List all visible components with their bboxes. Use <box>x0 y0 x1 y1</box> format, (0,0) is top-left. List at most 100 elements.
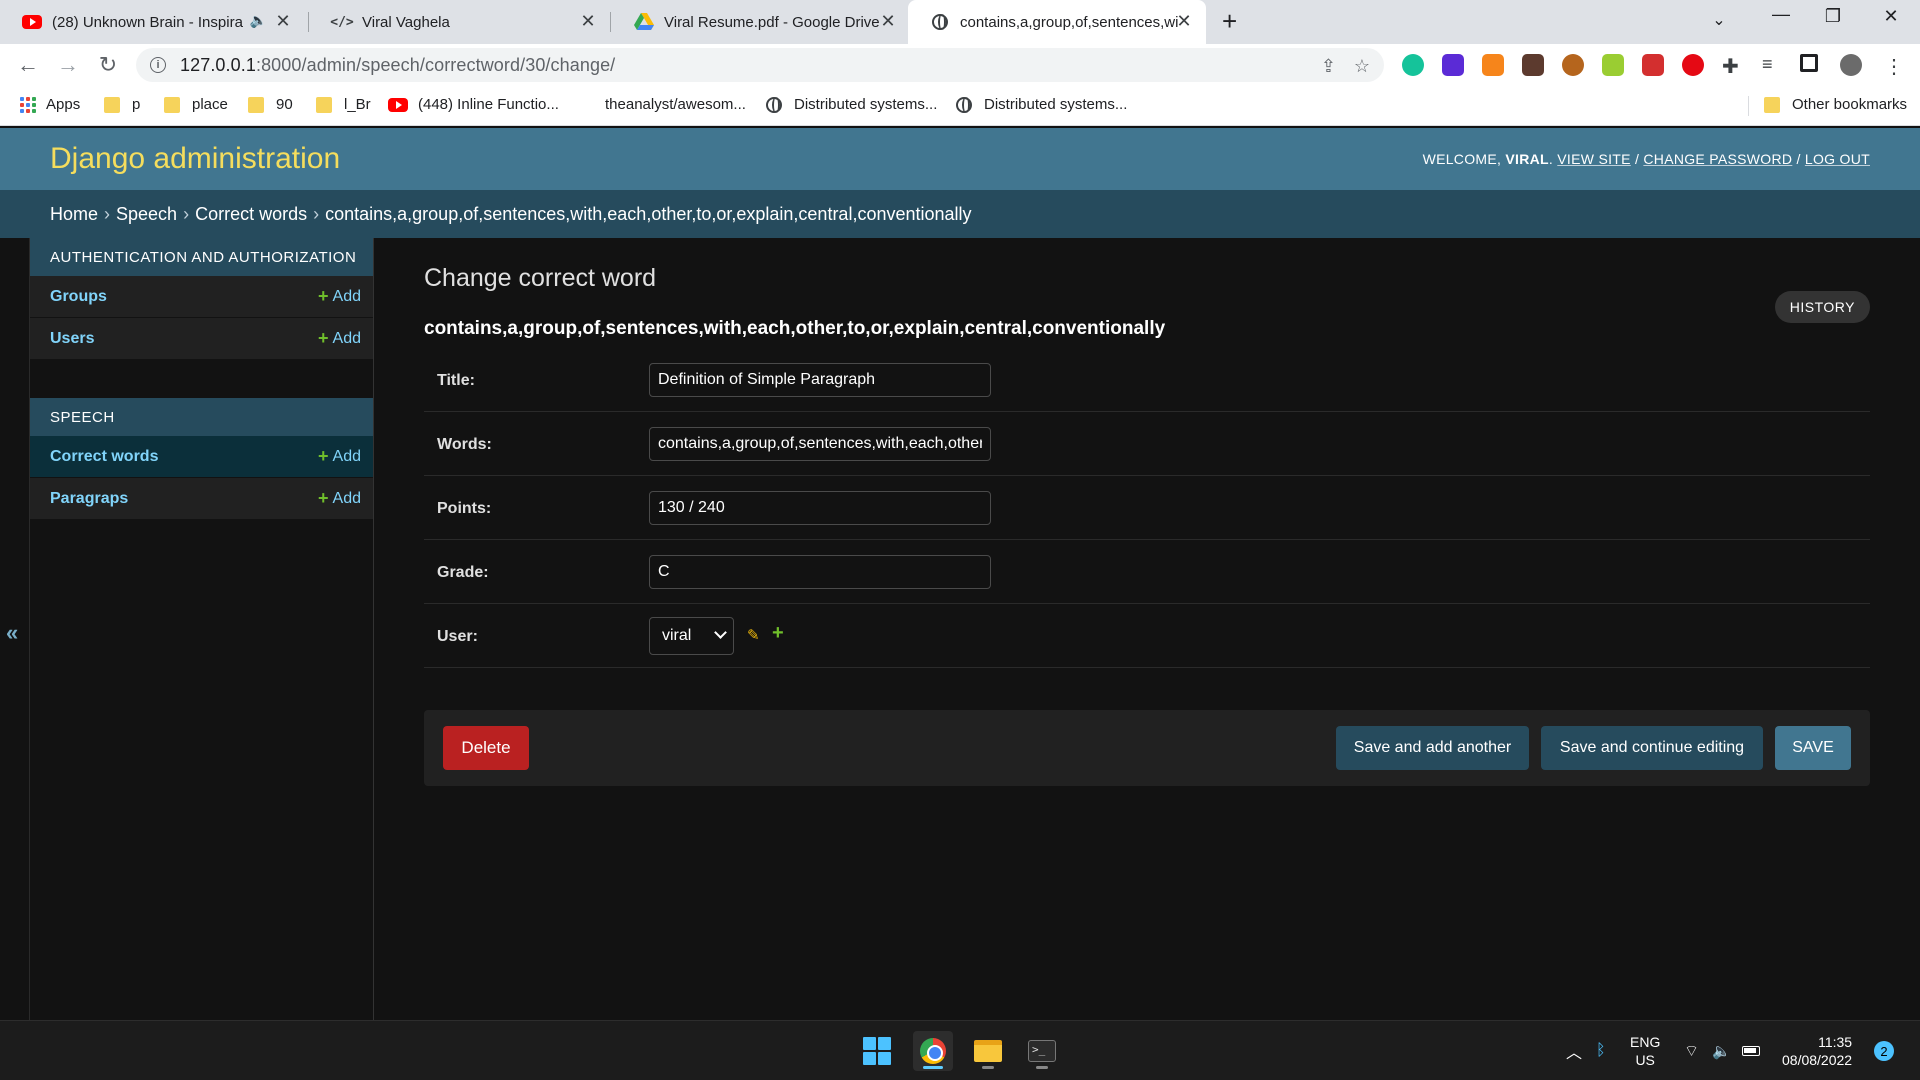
user-select[interactable]: viral <box>649 617 734 655</box>
grade-field[interactable] <box>649 555 991 589</box>
profile-extension-icon[interactable] <box>1522 54 1544 76</box>
sidebar-item-label[interactable]: Users <box>50 330 94 348</box>
extensions-puzzle-icon[interactable]: ✚ <box>1722 54 1744 78</box>
grammarly-extension-icon[interactable] <box>1402 54 1424 76</box>
tab-separator <box>308 12 309 32</box>
tab-search-icon[interactable]: ⌄ <box>1696 10 1742 30</box>
site-branding[interactable]: Django administration <box>50 142 340 176</box>
metamask-extension-icon[interactable] <box>1482 54 1504 76</box>
bookmark-folder-place[interactable]: place <box>164 96 228 113</box>
sidebar-item-label[interactable]: Groups <box>50 288 107 306</box>
add-correct-words-link[interactable]: + Add <box>318 446 361 467</box>
language-label: ENG <box>1630 1034 1661 1050</box>
tab-google-drive[interactable]: Viral Resume.pdf - Google Drive ✕ <box>612 0 910 44</box>
title-field[interactable] <box>649 363 991 397</box>
sidebar-collapse-toggle[interactable]: « <box>6 620 18 646</box>
app-caption-auth[interactable]: Authentication and Authorization <box>30 238 373 276</box>
restore-icon[interactable]: ❐ <box>1810 6 1856 27</box>
bluetooth-icon[interactable]: ᛒ <box>1596 1021 1606 1080</box>
url-text[interactable]: 127.0.0.1:8000/admin/speech/correctword/… <box>180 55 615 76</box>
save-add-another-button[interactable]: Save and add another <box>1336 726 1529 770</box>
red-extension-icon[interactable] <box>1642 54 1664 76</box>
tray-overflow-icon[interactable]: ︿ <box>1566 1021 1582 1080</box>
site-info-icon[interactable]: i <box>150 57 166 73</box>
bookmark-inline-functions[interactable]: (448) Inline Functio... <box>388 96 559 113</box>
tab-active-correct-word[interactable]: contains,a,group,of,sentences,wi ✕ <box>908 0 1206 44</box>
sidebar-item-label[interactable]: Paragraps <box>50 490 128 508</box>
tab-viral-vaghela[interactable]: </> Viral Vaghela ✕ <box>310 0 610 44</box>
bookmark-folder-p[interactable]: p <box>104 96 140 113</box>
reload-icon[interactable]: ↻ <box>94 52 122 78</box>
bookmark-folder-lbr[interactable]: l_Br <box>316 96 371 113</box>
points-field[interactable] <box>649 491 991 525</box>
taskbar-terminal[interactable]: >_ <box>1022 1031 1062 1071</box>
cookie-extension-icon[interactable] <box>1562 54 1584 76</box>
sidebar-item-label[interactable]: Correct words <box>50 448 158 466</box>
avatar[interactable] <box>1840 54 1862 76</box>
add-paragraps-link[interactable]: + Add <box>318 488 361 509</box>
bookmark-label: theanalyst/awesom... <box>605 96 746 113</box>
bookmark-theanalyst[interactable]: theanalyst/awesom... <box>605 96 746 113</box>
new-tab-button[interactable]: + <box>1222 6 1237 37</box>
menu-kebab-icon[interactable]: ⋮ <box>1884 54 1906 78</box>
back-icon[interactable]: ← <box>14 52 42 78</box>
wifi-icon[interactable]: ⌔ <box>1684 1021 1699 1080</box>
bookmark-star-icon[interactable]: ☆ <box>1354 56 1370 77</box>
welcome-text: Welcome, <box>1422 151 1502 167</box>
bookmark-distributed-systems-2[interactable]: Distributed systems... <box>956 96 1127 113</box>
terminal-icon: >_ <box>1028 1040 1056 1062</box>
breadcrumb-current: contains,a,group,of,sentences,with,each,… <box>325 203 972 224</box>
log-out-link[interactable]: Log out <box>1805 151 1870 167</box>
breadcrumb-speech[interactable]: Speech <box>116 204 177 225</box>
volume-icon[interactable]: 🔈 <box>1712 1021 1731 1080</box>
breadcrumb: Home › Speech › Correct words › contains… <box>0 190 1920 238</box>
clock[interactable]: 11:35 08/08/2022 <box>1782 1021 1852 1080</box>
minimize-icon[interactable]: — <box>1758 4 1804 25</box>
graduation-extension-icon[interactable] <box>1442 54 1464 76</box>
django-header: Django administration Welcome, viral. Vi… <box>0 128 1920 190</box>
window-close-icon[interactable]: ✕ <box>1868 6 1914 27</box>
bookmark-apps[interactable]: Apps <box>20 96 80 113</box>
view-site-link[interactable]: View site <box>1557 151 1631 167</box>
share-icon[interactable]: ⇪ <box>1321 56 1336 77</box>
folder-icon <box>316 96 332 113</box>
forward-icon[interactable]: → <box>54 52 82 78</box>
opera-extension-icon[interactable] <box>1682 54 1704 76</box>
close-icon[interactable]: ✕ <box>878 11 898 32</box>
taskbar-file-explorer[interactable] <box>968 1031 1008 1071</box>
add-users-link[interactable]: + Add <box>318 328 361 349</box>
app-caption-speech[interactable]: Speech <box>30 398 373 436</box>
bookmark-distributed-systems-1[interactable]: Distributed systems... <box>766 96 937 113</box>
delete-button[interactable]: Delete <box>443 726 529 770</box>
side-panel-icon[interactable] <box>1800 54 1818 72</box>
tab-youtube[interactable]: (28) Unknown Brain - Inspira 🔈 ✕ <box>0 0 305 44</box>
bookmark-folder-90[interactable]: 90 <box>248 96 293 113</box>
history-button[interactable]: History <box>1774 291 1870 323</box>
add-related-plus-icon[interactable]: + <box>772 622 784 645</box>
notification-center[interactable]: 2 <box>1874 1021 1894 1080</box>
words-field[interactable] <box>649 427 991 461</box>
taskbar-chrome[interactable] <box>913 1031 953 1071</box>
save-continue-editing-button[interactable]: Save and continue editing <box>1541 726 1763 770</box>
android-extension-icon[interactable] <box>1602 54 1624 76</box>
media-control-icon[interactable]: ≡ <box>1762 54 1784 76</box>
close-icon[interactable]: ✕ <box>578 11 598 32</box>
battery-icon[interactable] <box>1742 1021 1760 1080</box>
breadcrumb-home[interactable]: Home <box>50 204 98 225</box>
change-password-link[interactable]: Change password <box>1643 151 1792 167</box>
bookmark-other[interactable]: Other bookmarks <box>1764 96 1907 113</box>
youtube-icon <box>388 97 408 112</box>
language-indicator[interactable]: ENG US <box>1630 1021 1660 1080</box>
bookmark-label: (448) Inline Functio... <box>418 96 559 113</box>
change-related-pencil-icon[interactable]: ✎ <box>747 626 760 644</box>
chevron-down-icon <box>714 626 727 639</box>
start-button[interactable] <box>857 1031 897 1071</box>
speaker-icon[interactable]: 🔈 <box>250 12 267 29</box>
add-groups-link[interactable]: + Add <box>318 286 361 307</box>
close-icon[interactable]: ✕ <box>273 11 293 32</box>
save-button[interactable]: Save <box>1775 726 1851 770</box>
breadcrumb-correct-words[interactable]: Correct words <box>195 204 307 225</box>
address-bar[interactable]: i 127.0.0.1:8000/admin/speech/correctwor… <box>136 48 1384 82</box>
close-icon[interactable]: ✕ <box>1174 11 1194 32</box>
